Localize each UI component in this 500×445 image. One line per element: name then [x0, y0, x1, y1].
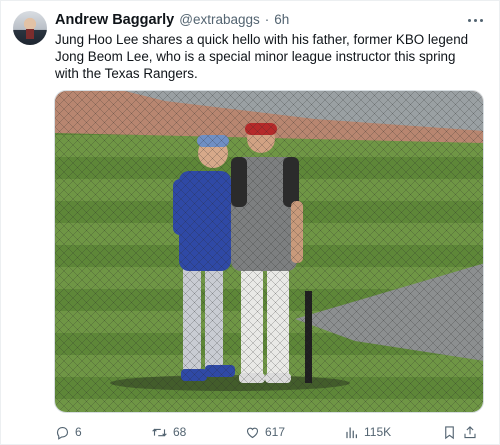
reply-icon — [56, 426, 69, 440]
bookmark-icon — [445, 425, 454, 439]
tweet-timestamp[interactable]: 6h — [274, 12, 289, 27]
retweet-button[interactable]: 68 — [151, 423, 186, 441]
share-button[interactable] — [463, 423, 477, 441]
more-horizontal-icon — [467, 18, 471, 22]
more-options-button[interactable] — [463, 10, 487, 30]
retweet-count: 68 — [173, 425, 187, 439]
retweet-icon — [152, 428, 167, 436]
views-bar-chart-icon — [346, 427, 357, 438]
header-separator: · — [264, 12, 270, 27]
views-button[interactable]: 115K — [345, 423, 391, 441]
bookmark-button[interactable] — [443, 423, 456, 441]
tweet-actions: 6 68 617 115K — [55, 423, 477, 441]
author-avatar[interactable] — [13, 11, 47, 45]
tweet-card[interactable]: Andrew Baggarly @extrabaggs · 6h Jung Ho… — [0, 0, 500, 445]
tweet-header: Andrew Baggarly @extrabaggs · 6h — [55, 12, 459, 32]
like-button[interactable]: 617 — [245, 423, 285, 441]
baseball-field-photo — [55, 91, 483, 412]
heart-icon — [246, 427, 259, 438]
like-count: 617 — [265, 425, 286, 439]
reply-count: 6 — [75, 425, 82, 439]
tweet-photo[interactable] — [54, 90, 484, 413]
author-handle[interactable]: @extrabaggs — [179, 12, 260, 27]
share-icon — [464, 425, 476, 438]
reply-button[interactable]: 6 — [55, 423, 82, 441]
author-name[interactable]: Andrew Baggarly — [55, 12, 174, 28]
views-count: 115K — [364, 425, 392, 439]
tweet-text: Jung Hoo Lee shares a quick hello with h… — [55, 32, 469, 81]
